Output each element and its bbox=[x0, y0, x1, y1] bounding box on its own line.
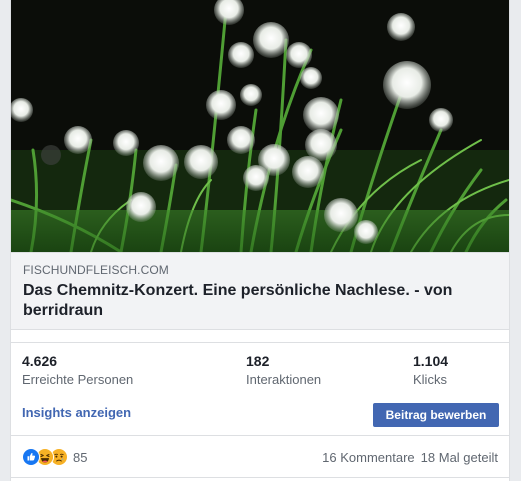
view-insights-link[interactable]: Insights anzeigen bbox=[22, 405, 131, 420]
link-domain: FISCHUNDFLEISCH.COM bbox=[23, 263, 169, 277]
link-title[interactable]: Das Chemnitz-Konzert. Eine persönliche N… bbox=[23, 281, 497, 321]
stat-engagement: 182 Interaktionen bbox=[246, 352, 321, 389]
divider bbox=[11, 477, 509, 478]
post-image[interactable] bbox=[11, 0, 509, 252]
like-icon bbox=[22, 448, 40, 466]
divider bbox=[11, 435, 509, 436]
link-preview[interactable]: FISCHUNDFLEISCH.COM Das Chemnitz-Konzert… bbox=[11, 252, 509, 330]
stat-clicks-label: Klicks bbox=[413, 372, 447, 387]
stat-reach: 4.626 Erreichte Personen bbox=[22, 352, 133, 389]
comments-count-link[interactable]: 16 Kommentare bbox=[322, 450, 415, 465]
stat-reach-label: Erreichte Personen bbox=[22, 372, 134, 387]
shares-count-link[interactable]: 18 Mal geteilt bbox=[421, 450, 498, 465]
reactions-summary[interactable]: 85 bbox=[22, 447, 87, 467]
post-card: FISCHUNDFLEISCH.COM Das Chemnitz-Konzert… bbox=[10, 0, 510, 481]
stat-engagement-value: 182 bbox=[246, 353, 270, 369]
stat-reach-value: 4.626 bbox=[22, 353, 58, 369]
stat-clicks-value: 1.104 bbox=[413, 353, 449, 369]
post-stats: 4.626 Erreichte Personen 182 Interaktion… bbox=[11, 342, 509, 392]
stat-clicks: 1.104 Klicks bbox=[413, 352, 448, 389]
boost-post-button[interactable]: Beitrag bewerben bbox=[373, 403, 499, 427]
reaction-count: 85 bbox=[73, 449, 88, 465]
engagement-counts: 16 Kommentare 18 Mal geteilt bbox=[322, 450, 498, 465]
stat-engagement-label: Interaktionen bbox=[246, 372, 322, 387]
